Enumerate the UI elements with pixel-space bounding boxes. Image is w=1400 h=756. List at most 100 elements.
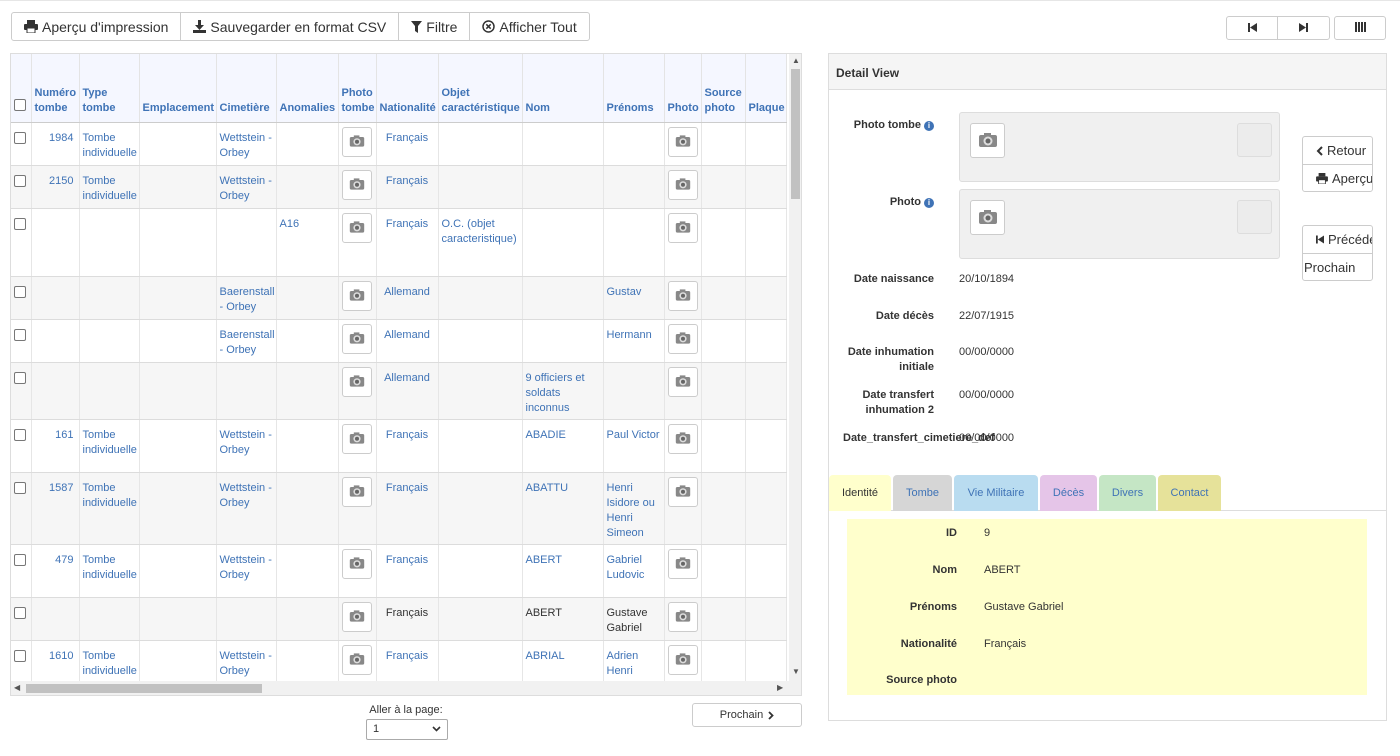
tab-divers[interactable]: Divers (1099, 475, 1156, 511)
page-select[interactable]: 1 (366, 719, 448, 740)
scroll-down-icon[interactable]: ▼ (792, 667, 800, 676)
row-checkbox[interactable] (14, 428, 26, 441)
nom-value: ABERT (984, 564, 1021, 576)
cell-nom (522, 165, 604, 209)
camera-icon[interactable] (667, 644, 698, 675)
row-checkbox[interactable] (14, 649, 26, 662)
row-checkbox[interactable] (14, 328, 26, 341)
col-header[interactable]: Numéro tombe (31, 54, 80, 123)
camera-icon[interactable] (667, 366, 698, 397)
camera-icon[interactable] (667, 548, 698, 579)
camera-icon[interactable] (667, 169, 698, 200)
tab-label: Divers (1111, 487, 1144, 499)
col-header[interactable]: Plaque (745, 54, 787, 123)
col-header[interactable]: Prénoms (603, 54, 665, 123)
tab-identite[interactable]: Identité (829, 475, 891, 511)
col-header[interactable]: Emplacement (139, 54, 217, 123)
table-row[interactable]: A16 Français O.C. (objet caracteristique) (11, 208, 787, 277)
photo-slot[interactable] (1237, 200, 1272, 234)
col-header[interactable]: Objet caractéristique (438, 54, 523, 123)
next-record-button[interactable]: Prochain (1303, 253, 1372, 280)
row-select-cell (11, 319, 32, 363)
last-record-button[interactable] (1278, 17, 1329, 39)
goto-page-label: Aller à la page: (369, 704, 443, 716)
camera-icon[interactable] (342, 644, 372, 675)
camera-icon[interactable] (342, 366, 372, 397)
row-checkbox[interactable] (14, 174, 26, 187)
table-row[interactable]: 479 Tombe individuelle Wettstein - Orbey Fr… (11, 544, 787, 598)
table-row[interactable]: Baerenstall - Orbey Allemand Hermann (11, 319, 787, 363)
cell-type: Tombe individuelle (79, 544, 140, 598)
col-header[interactable]: Anomalies (276, 54, 339, 123)
row-checkbox[interactable] (14, 553, 26, 566)
horizontal-scrollbar[interactable]: ◀ ▶ (11, 681, 789, 695)
table-row[interactable]: 2150 Tombe individuelle Wettstein - Orbey F… (11, 165, 787, 209)
table-row[interactable]: Allemand 9 officiers et soldats inconnus (11, 362, 787, 420)
cell-source-photo (701, 276, 746, 320)
row-checkbox[interactable] (14, 217, 26, 230)
columns-button[interactable] (1334, 16, 1386, 40)
tab-vie-militaire[interactable]: Vie Militaire (954, 475, 1038, 511)
camera-icon[interactable] (342, 423, 372, 454)
table-row[interactable]: Baerenstall - Orbey Allemand Gustav (11, 276, 787, 320)
table-row[interactable]: 1587 Tombe individuelle Wettstein - Orbey F… (11, 472, 787, 545)
camera-icon[interactable] (342, 548, 372, 579)
camera-icon[interactable] (667, 476, 698, 507)
camera-icon[interactable] (667, 280, 698, 311)
col-header[interactable]: Type tombe (79, 54, 140, 123)
scroll-up-icon[interactable]: ▲ (792, 56, 800, 65)
table-row[interactable]: Français ABERT Gustave Gabriel (11, 597, 787, 641)
camera-icon[interactable] (667, 423, 698, 454)
camera-icon[interactable] (342, 212, 372, 243)
row-checkbox[interactable] (14, 285, 26, 298)
camera-icon[interactable] (970, 123, 1005, 158)
horizontal-scroll-thumb[interactable] (26, 684, 262, 693)
previous-record-button[interactable]: Précédent (1303, 226, 1372, 253)
row-checkbox[interactable] (14, 131, 26, 144)
tab-contact[interactable]: Contact (1158, 475, 1221, 511)
camera-icon[interactable] (667, 212, 698, 243)
table-row[interactable]: 1984 Tombe individuelle Wettstein - Orbey F… (11, 122, 787, 166)
camera-icon[interactable] (342, 476, 372, 507)
camera-icon[interactable] (667, 323, 698, 354)
camera-icon[interactable] (667, 601, 698, 632)
grid-toolbar: Aperçu d'impression Sauvegarder en forma… (11, 12, 590, 41)
photo-tombe-slot[interactable] (1237, 123, 1272, 157)
camera-icon[interactable] (342, 323, 372, 354)
camera-icon[interactable] (970, 200, 1005, 235)
col-header[interactable]: Nom (522, 54, 604, 123)
scroll-right-icon[interactable]: ▶ (777, 683, 783, 692)
camera-icon[interactable] (342, 126, 372, 157)
info-icon[interactable]: i (924, 198, 934, 208)
row-checkbox[interactable] (14, 371, 26, 384)
col-header[interactable]: Photo (664, 54, 702, 123)
info-icon[interactable]: i (924, 121, 934, 131)
col-header[interactable]: Nationalité (376, 54, 439, 123)
filter-button[interactable]: Filtre (399, 13, 471, 40)
cell-plaque (745, 276, 787, 320)
table-row[interactable]: 161 Tombe individuelle Wettstein - Orbey Fr… (11, 419, 787, 473)
tab-tombe[interactable]: Tombe (893, 475, 952, 511)
camera-icon[interactable] (342, 280, 372, 311)
row-checkbox[interactable] (14, 481, 26, 494)
save-csv-button[interactable]: Sauvegarder en format CSV (181, 13, 400, 40)
col-header[interactable]: Photo tombe (338, 54, 377, 123)
tab-deces[interactable]: Décès (1040, 475, 1097, 511)
select-all-checkbox[interactable] (14, 98, 26, 111)
col-header[interactable]: Cimetière (216, 54, 277, 123)
back-button[interactable]: Retour (1303, 137, 1372, 164)
camera-icon[interactable] (342, 169, 372, 200)
row-checkbox[interactable] (14, 606, 26, 619)
next-page-button[interactable]: Prochain (692, 703, 802, 727)
scroll-left-icon[interactable]: ◀ (14, 683, 20, 692)
record-nav-group (1226, 16, 1330, 40)
camera-icon[interactable] (342, 601, 372, 632)
vertical-scroll-thumb[interactable] (791, 69, 800, 199)
col-header[interactable]: Source photo (701, 54, 746, 123)
preview-button[interactable]: Aperçu (1303, 164, 1372, 191)
print-preview-button[interactable]: Aperçu d'impression (12, 13, 182, 40)
vertical-scrollbar[interactable]: ▲ ▼ (789, 54, 801, 695)
camera-icon[interactable] (667, 126, 698, 157)
show-all-button[interactable]: Afficher Tout (470, 13, 588, 40)
first-record-button[interactable] (1227, 17, 1278, 39)
